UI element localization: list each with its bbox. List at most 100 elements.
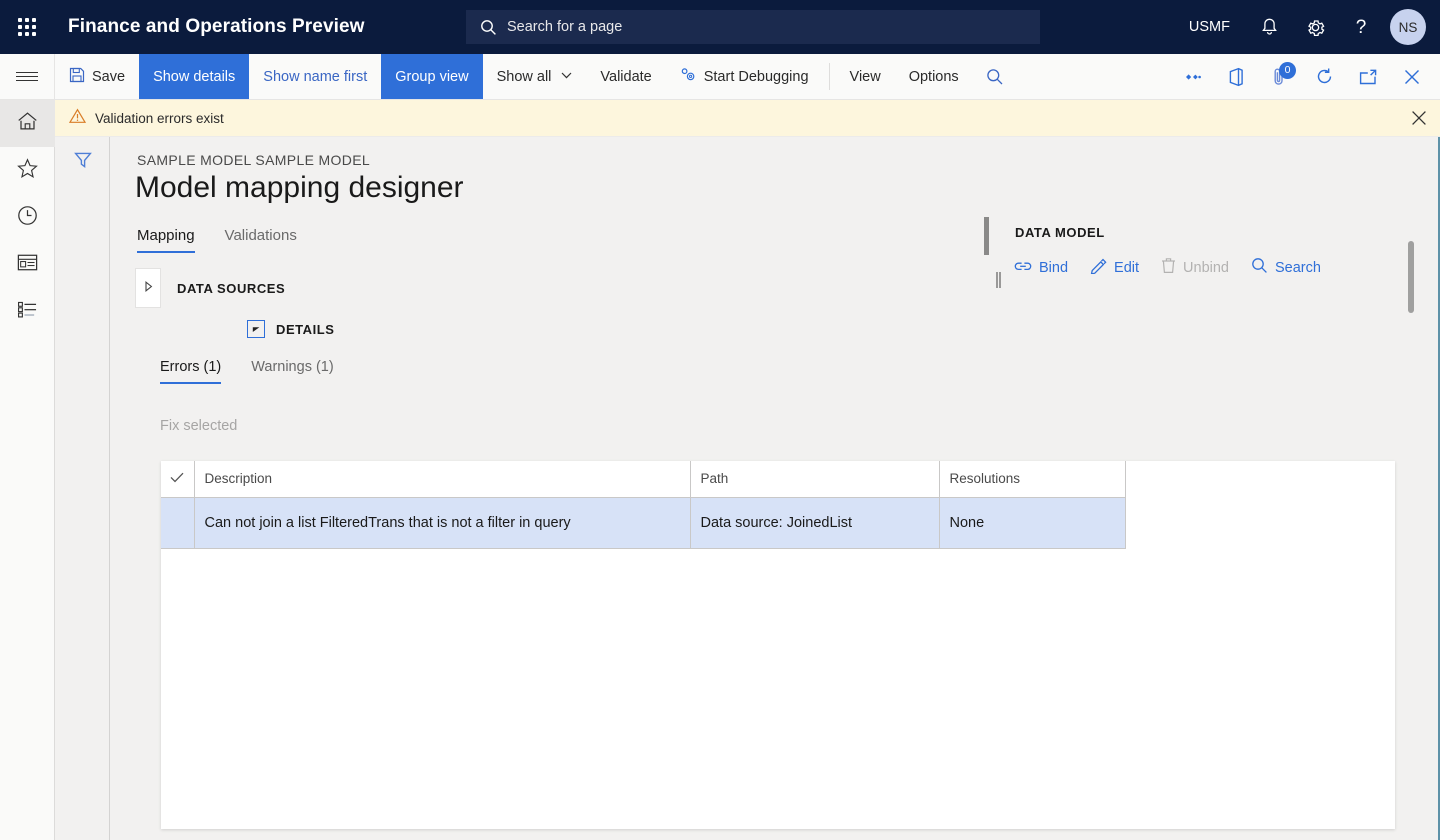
close-icon[interactable]: [1390, 54, 1434, 100]
details-collapse-button[interactable]: [247, 320, 265, 338]
hamburger-icon: [16, 69, 38, 84]
company-selector[interactable]: USMF: [1173, 19, 1246, 35]
validation-message-text: Validation errors exist: [95, 111, 224, 126]
vertical-scrollbar[interactable]: [1408, 241, 1414, 611]
row-select-cell[interactable]: [161, 497, 194, 548]
cell-resolutions: None: [939, 497, 1125, 548]
refresh-icon[interactable]: [1302, 54, 1346, 100]
start-debugging-button[interactable]: Start Debugging: [666, 54, 823, 99]
edit-label: Edit: [1114, 260, 1139, 276]
search-button[interactable]: Search: [1251, 257, 1321, 278]
search-input[interactable]: Search for a page: [466, 10, 1040, 44]
main-content: SAMPLE MODEL SAMPLE MODEL Model mapping …: [110, 137, 1440, 840]
show-all-dropdown[interactable]: Show all: [483, 54, 587, 99]
column-header-description[interactable]: Description: [194, 461, 690, 497]
cell-description: Can not join a list FilteredTrans that i…: [194, 497, 690, 548]
checkmark-icon: [170, 471, 184, 486]
attachments-icon[interactable]: 0: [1258, 54, 1302, 100]
details-label: DETAILS: [276, 322, 335, 337]
rail-item-recent[interactable]: [0, 194, 55, 241]
rail-item-favorites[interactable]: [0, 147, 55, 194]
details-subtabs: Errors (1) Warnings (1): [160, 359, 334, 384]
data-sources-expand-button[interactable]: [135, 268, 161, 308]
tab-mapping[interactable]: Mapping: [137, 227, 195, 253]
open-in-new-window-icon[interactable]: [1346, 54, 1390, 100]
grid-body: Can not join a list FilteredTrans that i…: [161, 497, 1125, 548]
bind-button[interactable]: Bind: [1014, 259, 1068, 277]
errors-grid: Description Path Resolutions Can not joi…: [161, 461, 1126, 549]
data-sources-label: DATA SOURCES: [177, 281, 285, 296]
chevron-down-icon: [252, 320, 261, 338]
page-title: Model mapping designer: [135, 171, 464, 205]
rail-item-workspaces[interactable]: [0, 241, 55, 288]
show-details-button[interactable]: Show details: [139, 54, 249, 99]
star-icon: [17, 158, 38, 184]
subtab-warnings[interactable]: Warnings (1): [251, 359, 333, 384]
top-nav-right-group: USMF ? NS: [1173, 0, 1440, 54]
group-view-button[interactable]: Group view: [381, 54, 482, 99]
unbind-label: Unbind: [1183, 260, 1229, 276]
relationship-icon[interactable]: [1170, 54, 1214, 100]
trash-icon: [1161, 257, 1176, 278]
rail-item-home[interactable]: [0, 100, 55, 147]
left-navigation-rail: [0, 100, 55, 840]
avatar[interactable]: NS: [1390, 9, 1426, 45]
toolbar-right-group: 0: [1170, 54, 1440, 99]
column-header-resolutions[interactable]: Resolutions: [939, 461, 1125, 497]
navigation-menu-button[interactable]: [0, 54, 55, 99]
top-navigation-bar: Finance and Operations Preview Search fo…: [0, 0, 1440, 54]
toolbar-search-icon[interactable]: [973, 54, 1017, 100]
settings-gear-icon[interactable]: [1292, 0, 1338, 54]
validation-message-bar: Validation errors exist: [55, 100, 1440, 137]
waffle-grid: [18, 18, 36, 36]
home-icon: [17, 111, 38, 136]
chevron-right-icon: [144, 279, 153, 297]
rail-item-modules[interactable]: [0, 288, 55, 335]
subtab-errors[interactable]: Errors (1): [160, 359, 221, 384]
unbind-button[interactable]: Unbind: [1161, 257, 1229, 278]
data-sources-section-header[interactable]: DATA SOURCES: [135, 268, 285, 308]
breadcrumb: SAMPLE MODEL SAMPLE MODEL: [137, 152, 370, 168]
pencil-icon: [1090, 258, 1107, 278]
show-name-first-button[interactable]: Show name first: [249, 54, 381, 99]
cell-path: Data source: JoinedList: [690, 497, 939, 548]
show-all-label: Show all: [497, 69, 552, 85]
clock-icon: [17, 205, 38, 231]
filter-strip: [55, 137, 110, 840]
details-section-header[interactable]: DETAILS: [247, 320, 335, 338]
workspace-icon: [17, 253, 38, 277]
tab-validations[interactable]: Validations: [225, 227, 297, 253]
command-toolbar: Save Show details Show name first Group …: [0, 54, 1440, 100]
grid-header-row: Description Path Resolutions: [161, 461, 1125, 497]
filter-icon[interactable]: [55, 137, 110, 183]
warning-triangle-icon: [69, 108, 86, 129]
page-tabs: Mapping Validations: [137, 227, 297, 253]
column-header-path[interactable]: Path: [690, 461, 939, 497]
data-model-accent-bar: [984, 217, 989, 255]
office-icon[interactable]: [1214, 54, 1258, 100]
scrollbar-thumb[interactable]: [1408, 241, 1414, 313]
panel-splitter-handle[interactable]: [995, 272, 1002, 288]
bind-label: Bind: [1039, 260, 1068, 276]
validate-button[interactable]: Validate: [586, 54, 665, 99]
chevron-down-icon: [561, 71, 572, 82]
notifications-bell-icon[interactable]: [1246, 0, 1292, 54]
select-all-header[interactable]: [161, 461, 194, 497]
fix-selected-button[interactable]: Fix selected: [160, 418, 237, 434]
table-row[interactable]: Can not join a list FilteredTrans that i…: [161, 497, 1125, 548]
errors-grid-panel: Description Path Resolutions Can not joi…: [161, 461, 1395, 829]
edit-button[interactable]: Edit: [1090, 258, 1139, 278]
help-question-icon[interactable]: ?: [1338, 0, 1384, 54]
debug-gear-icon: [680, 67, 697, 87]
grid-header: Description Path Resolutions: [161, 461, 1125, 497]
app-launcher-icon[interactable]: [0, 0, 54, 54]
save-button[interactable]: Save: [55, 54, 139, 99]
options-menu-button[interactable]: Options: [895, 54, 973, 99]
message-bar-close-icon[interactable]: [1410, 109, 1428, 132]
data-model-panel: DATA MODEL Bind Edit: [984, 212, 1424, 332]
link-icon: [1014, 259, 1032, 277]
view-menu-button[interactable]: View: [836, 54, 895, 99]
save-disk-icon: [69, 67, 85, 87]
search-label: Search: [1275, 260, 1321, 276]
attachments-badge: 0: [1279, 62, 1296, 79]
